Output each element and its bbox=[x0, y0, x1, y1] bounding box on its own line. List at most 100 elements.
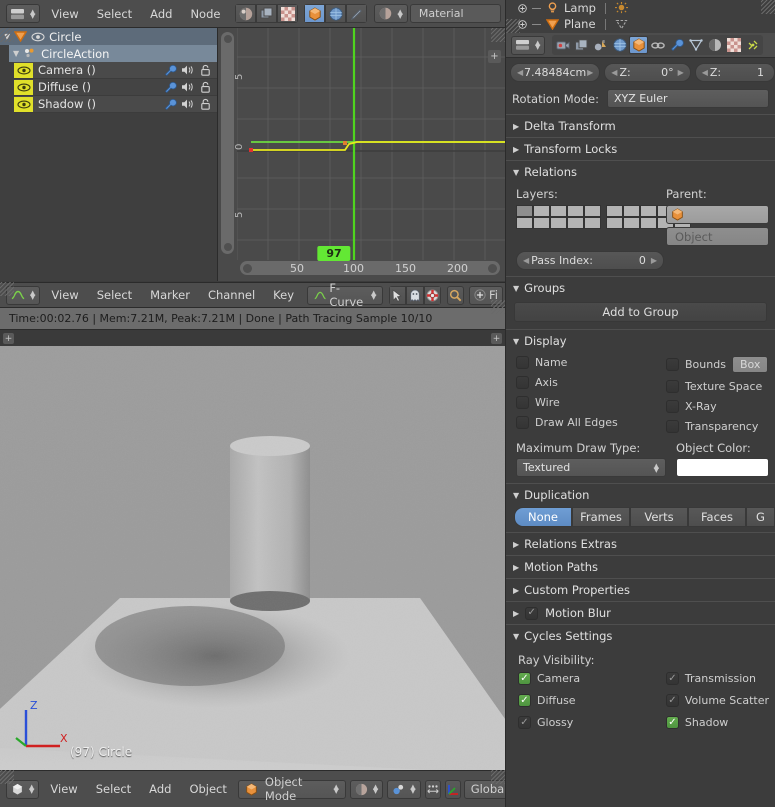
panel-custom-properties[interactable]: ▶ Custom Properties bbox=[506, 578, 775, 601]
speaker-icon[interactable] bbox=[181, 81, 195, 93]
display-check-xray[interactable]: X-Ray bbox=[666, 400, 769, 413]
panel-display[interactable]: ▼ Display bbox=[506, 329, 775, 352]
world-shading-icon[interactable] bbox=[325, 4, 347, 23]
properties-editor-type-selector[interactable]: ▲ ▼ bbox=[511, 35, 546, 55]
display-check-bounds[interactable]: Bounds Box bbox=[666, 356, 769, 373]
lock-icon[interactable] bbox=[199, 98, 212, 111]
proportional-edit-icon[interactable] bbox=[423, 285, 441, 305]
checkbox-icon[interactable]: ✓ bbox=[518, 672, 531, 685]
checkbox-icon[interactable]: ✓ bbox=[518, 716, 531, 729]
dup-option-frames[interactable]: Frames bbox=[572, 507, 630, 527]
decrement-arrow-icon[interactable]: ◀ bbox=[523, 256, 529, 265]
checkbox-icon[interactable]: ✓ bbox=[665, 672, 679, 685]
expand-triangle-icon[interactable]: ▼ bbox=[13, 49, 19, 58]
eye-icon[interactable] bbox=[14, 62, 33, 78]
particles-icon[interactable] bbox=[743, 36, 762, 54]
transform-field-rotz[interactable]: ◀ Z: 0° ▶ bbox=[604, 63, 691, 82]
parent-type-field[interactable]: Object bbox=[666, 227, 769, 246]
panel-delta-transform[interactable]: ▶ Delta Transform bbox=[506, 114, 775, 137]
object-color-swatch[interactable] bbox=[676, 458, 769, 477]
increment-arrow-icon[interactable]: ▶ bbox=[678, 68, 684, 77]
playhead-frame-badge[interactable]: 97 bbox=[317, 246, 351, 261]
outliner-row[interactable]: Lamp bbox=[506, 0, 775, 16]
decrement-arrow-icon[interactable]: ◀ bbox=[702, 68, 708, 77]
checkbox-icon[interactable] bbox=[666, 420, 679, 433]
speaker-icon[interactable] bbox=[181, 98, 195, 110]
channel-action-row[interactable]: ▼ CircleAction bbox=[9, 45, 217, 62]
add-to-group-button[interactable]: Add to Group bbox=[514, 302, 767, 322]
viewport-editor-type-selector[interactable]: ▲ ▼ bbox=[6, 779, 40, 799]
panel-motion-blur[interactable]: ▶ ✓ Motion Blur bbox=[506, 601, 775, 624]
checkbox-icon[interactable] bbox=[516, 416, 529, 429]
modifier-wrench-icon[interactable] bbox=[667, 36, 686, 54]
transform-orientation-icon[interactable] bbox=[444, 779, 461, 799]
cycles-check-camera[interactable]: ✓ Camera bbox=[518, 672, 666, 685]
object-cube-icon[interactable] bbox=[629, 36, 649, 54]
material-sphere-icon[interactable] bbox=[705, 36, 724, 54]
display-check-name[interactable]: Name bbox=[516, 356, 666, 369]
rotation-mode-dropdown[interactable]: XYZ Euler bbox=[606, 89, 769, 108]
wrench-icon[interactable] bbox=[164, 64, 177, 77]
graph-menu-key[interactable]: Key bbox=[264, 286, 303, 304]
panel-cycles-settings[interactable]: ▼ Cycles Settings bbox=[506, 624, 775, 647]
graph-horizontal-scrollbar[interactable]: 50 100 150 200 bbox=[240, 261, 500, 275]
transform-field-scalez[interactable]: ◀ Z: 1 bbox=[694, 63, 775, 82]
graph-menu-channel[interactable]: Channel bbox=[199, 286, 264, 304]
checkbox-icon[interactable] bbox=[666, 380, 679, 393]
render-layers-icon[interactable] bbox=[572, 36, 591, 54]
viewport-3d[interactable]: Z X (97) Circle + + bbox=[0, 330, 505, 770]
viewport-shading-selector[interactable]: ▲ ▼ bbox=[349, 779, 384, 799]
render-camera-icon[interactable] bbox=[553, 36, 572, 54]
channel-row[interactable]: Shadow () bbox=[14, 96, 217, 113]
cycles-check-shadow[interactable]: ✓ Shadow bbox=[665, 716, 769, 729]
manipulator-icon[interactable] bbox=[424, 779, 441, 799]
checkbox-icon[interactable] bbox=[516, 396, 529, 409]
decrement-arrow-icon[interactable]: ◀ bbox=[517, 68, 523, 77]
checkbox-icon[interactable]: ✓ bbox=[665, 716, 679, 729]
node-menu-node[interactable]: Node bbox=[181, 5, 229, 23]
wrench-icon[interactable] bbox=[164, 81, 177, 94]
viewport-menu-view[interactable]: View bbox=[41, 780, 86, 798]
transform-field-size[interactable]: ◀ 7.48484cm ▶ bbox=[510, 63, 601, 82]
viewport-add-panel-button[interactable]: + bbox=[3, 333, 14, 344]
eye-icon[interactable] bbox=[14, 79, 33, 95]
channel-row[interactable]: Diffuse () bbox=[14, 79, 217, 96]
lock-icon[interactable] bbox=[199, 81, 212, 94]
material-datablock-icon[interactable]: ▲ ▼ bbox=[374, 4, 408, 23]
display-check-draw-all-edges[interactable]: Draw All Edges bbox=[516, 416, 666, 429]
graph-editor-plot[interactable]: 5 0 5 97 50 100 150 200 + bbox=[218, 28, 505, 281]
zoom-magnifier-icon[interactable] bbox=[446, 285, 465, 305]
graph-vertical-scrollbar[interactable] bbox=[221, 32, 234, 254]
pass-index-field[interactable]: ◀ Pass Index: 0 ▶ bbox=[516, 251, 664, 270]
graph-filter-button[interactable]: Fi bbox=[469, 285, 503, 305]
node-menu-view[interactable]: View bbox=[42, 5, 87, 23]
dup-option-group[interactable]: G bbox=[746, 507, 775, 527]
cycles-check-transmission[interactable]: ✓ Transmission bbox=[665, 672, 769, 685]
checker-texture-icon[interactable] bbox=[277, 4, 299, 23]
brush-shading-icon[interactable] bbox=[346, 4, 368, 23]
material-sphere-icon[interactable] bbox=[235, 4, 257, 23]
fcurve-mode-selector[interactable]: F-Curve ▲ ▼ bbox=[307, 281, 384, 309]
checkbox-icon[interactable] bbox=[666, 358, 679, 371]
dup-option-faces[interactable]: Faces bbox=[688, 507, 746, 527]
lock-icon[interactable] bbox=[199, 64, 212, 77]
render-layers-icon[interactable] bbox=[256, 4, 278, 23]
graph-menu-select[interactable]: Select bbox=[88, 286, 141, 304]
cursor-arrow-icon[interactable] bbox=[389, 285, 407, 305]
pivot-point-selector[interactable]: ▲ ▼ bbox=[387, 779, 421, 799]
expand-plus-icon[interactable] bbox=[518, 19, 527, 29]
object-shading-icon[interactable] bbox=[304, 4, 326, 23]
cycles-check-glossy[interactable]: ✓ Glossy bbox=[518, 716, 666, 729]
dup-option-none[interactable]: None bbox=[514, 507, 572, 527]
cycles-check-volume-scatter[interactable]: ✓ Volume Scatter bbox=[665, 694, 769, 707]
object-data-icon[interactable] bbox=[686, 36, 705, 54]
display-check-texture-space[interactable]: Texture Space bbox=[666, 380, 769, 393]
scene-icon[interactable] bbox=[591, 36, 610, 54]
display-check-wire[interactable]: Wire bbox=[516, 396, 666, 409]
layers-grid-primary[interactable] bbox=[516, 205, 601, 229]
viewport-add-panel-button-right[interactable]: + bbox=[491, 333, 502, 344]
cycles-check-diffuse[interactable]: ✓ Diffuse bbox=[518, 694, 666, 707]
expand-triangle-icon[interactable]: ▼ bbox=[4, 32, 10, 41]
viewport-menu-select[interactable]: Select bbox=[87, 780, 140, 798]
editor-type-selector[interactable]: ▲ ▼ bbox=[6, 4, 41, 23]
